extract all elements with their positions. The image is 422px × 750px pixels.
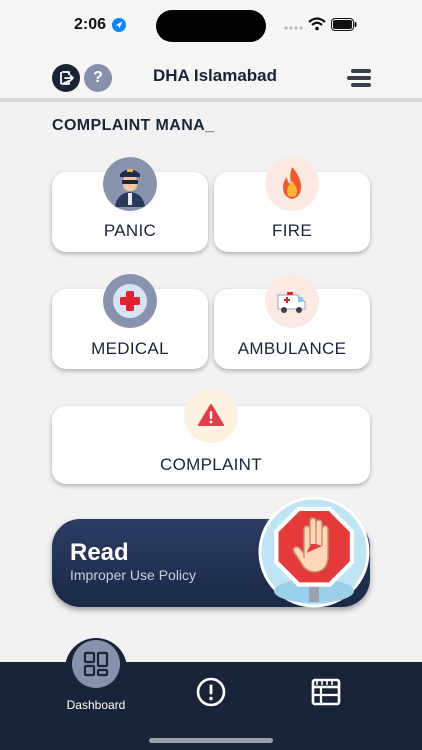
board-icon[interactable]	[310, 676, 342, 708]
battery-icon	[331, 18, 357, 31]
app-header: ? DHA Islamabad	[0, 50, 422, 102]
page-title: DHA Islamabad	[152, 66, 278, 85]
home-indicator	[149, 738, 273, 743]
banner-title: Read	[70, 539, 129, 566]
menu-icon[interactable]	[345, 67, 373, 89]
alert-icon[interactable]	[195, 676, 227, 708]
fire-label: FIRE	[272, 221, 312, 240]
nav-dashboard-label: Dashboard	[66, 698, 126, 712]
complaint-label: COMPLAINT	[160, 455, 262, 474]
status-time: 2:06	[74, 16, 107, 33]
warning-icon	[184, 389, 238, 443]
signal-icon	[284, 26, 303, 30]
stop-hand-icon	[258, 496, 370, 608]
logout-button[interactable]	[52, 64, 80, 92]
medical-label: MEDICAL	[91, 339, 169, 358]
nav-dashboard[interactable]	[72, 640, 120, 688]
status-bar: 2:06	[0, 0, 422, 50]
dynamic-island	[156, 10, 266, 42]
security-guard-icon	[103, 157, 157, 211]
ambulance-icon	[265, 274, 319, 328]
help-icon: ?	[93, 69, 103, 86]
wifi-icon	[308, 17, 326, 31]
help-button[interactable]: ?	[84, 64, 112, 92]
fire-icon	[265, 157, 319, 211]
section-title: COMPLAINT MANA_	[52, 117, 215, 134]
location-arrow-icon	[112, 18, 126, 32]
dashboard-icon	[83, 651, 109, 677]
banner-subtitle: Improper Use Policy	[70, 567, 197, 583]
logout-icon	[60, 71, 75, 85]
ambulance-label: AMBULANCE	[237, 339, 347, 358]
medical-cross-icon	[103, 274, 157, 328]
panic-label: PANIC	[103, 221, 157, 240]
